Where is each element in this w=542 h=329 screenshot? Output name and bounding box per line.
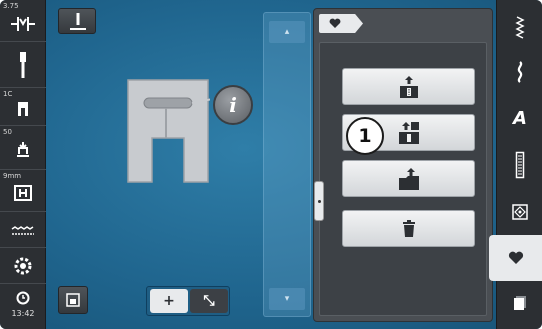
load-button[interactable] [342,160,475,197]
stitch-plate-button[interactable]: 9mm [0,170,46,212]
save-to-memory-icon [399,75,418,98]
overwrite-icon [398,121,419,144]
quilt-stitch-icon [512,204,528,220]
stitch-plate-icon [0,184,46,206]
panel-resize-handle[interactable] [314,181,324,221]
upper-thread-tension-button[interactable] [0,212,46,248]
needle-button[interactable] [0,42,46,88]
presser-foot-illustration [127,79,210,183]
stitch-width-icon [0,14,46,38]
scroll-up-icon: ▴ [284,27,290,37]
info-label: i [229,93,237,117]
zoom-in-label: + [163,293,175,309]
clock-time: 13:42 [11,309,35,318]
info-button[interactable]: i [213,85,253,125]
save-to-memory-button[interactable] [342,68,475,105]
callout-number: 1 [358,125,372,147]
presser-foot-value: 1C [3,90,13,98]
personal-program-tab-header[interactable] [319,14,363,33]
bobbin-button[interactable] [0,248,46,284]
buttonholes-tab[interactable] [497,142,542,188]
clear-screen-tab[interactable] [497,280,542,326]
clock-icon [0,290,46,309]
practical-stitch-icon [515,16,525,39]
upper-thread-tension-icon [0,222,46,241]
load-icon [398,167,419,190]
presser-foot-icon [0,100,46,122]
heart-icon [329,18,341,28]
stitch-width-value: 3.75 [3,2,19,10]
alphabet-icon: A [513,107,527,129]
practical-stitches-tab[interactable] [497,5,542,51]
sewing-machine-screen: 3.75 1C 50 9mm 13:42 i + ⤡ ▴ ▾ 1 A [0,0,542,329]
presser-foot-pressure-value: 50 [3,128,12,136]
bobbin-icon [0,256,46,280]
personal-program-tab[interactable] [489,235,542,281]
scroll-up-button[interactable]: ▴ [269,21,305,43]
stitch-plate-value: 9mm [3,172,22,180]
presser-foot-button[interactable]: 1C [0,88,46,126]
view-toggle-button[interactable] [58,286,88,314]
callout-badge: 1 [346,117,384,155]
panel-actions-area [314,42,487,316]
clear-icon [514,296,526,310]
view-toggle-icon [66,293,80,307]
decorative-stitches-tab[interactable] [497,49,542,95]
zoom-fit-icon: ⤡ [203,293,215,309]
heart-icon [508,251,524,264]
presser-foot-pressure-icon [0,140,46,164]
presser-foot-pressure-button[interactable]: 50 [0,126,46,170]
zoom-fit-button[interactable]: ⤡ [190,289,228,313]
alphabets-tab[interactable]: A [497,95,542,141]
needle-position-icon [70,13,86,30]
right-category-bar: A [489,0,542,329]
scroll-down-icon: ▾ [284,294,290,304]
personal-program-panel [313,8,493,322]
decorative-stitch-icon [517,61,523,83]
delete-button[interactable] [342,210,475,247]
needle-position-button[interactable] [58,8,96,34]
scroll-column: ▴ ▾ [263,12,311,317]
zoom-in-button[interactable]: + [150,289,188,313]
zoom-control-group: + ⤡ [146,286,230,316]
scroll-down-button[interactable]: ▾ [269,288,305,310]
stitch-width-button[interactable]: 3.75 [0,0,46,42]
needle-icon [0,50,46,84]
clock-button[interactable]: 13:42 [0,284,46,329]
quilt-stitches-tab[interactable] [497,189,542,235]
buttonhole-icon [515,151,525,179]
left-settings-bar: 3.75 1C 50 9mm 13:42 [0,0,46,329]
delete-icon [402,219,415,237]
